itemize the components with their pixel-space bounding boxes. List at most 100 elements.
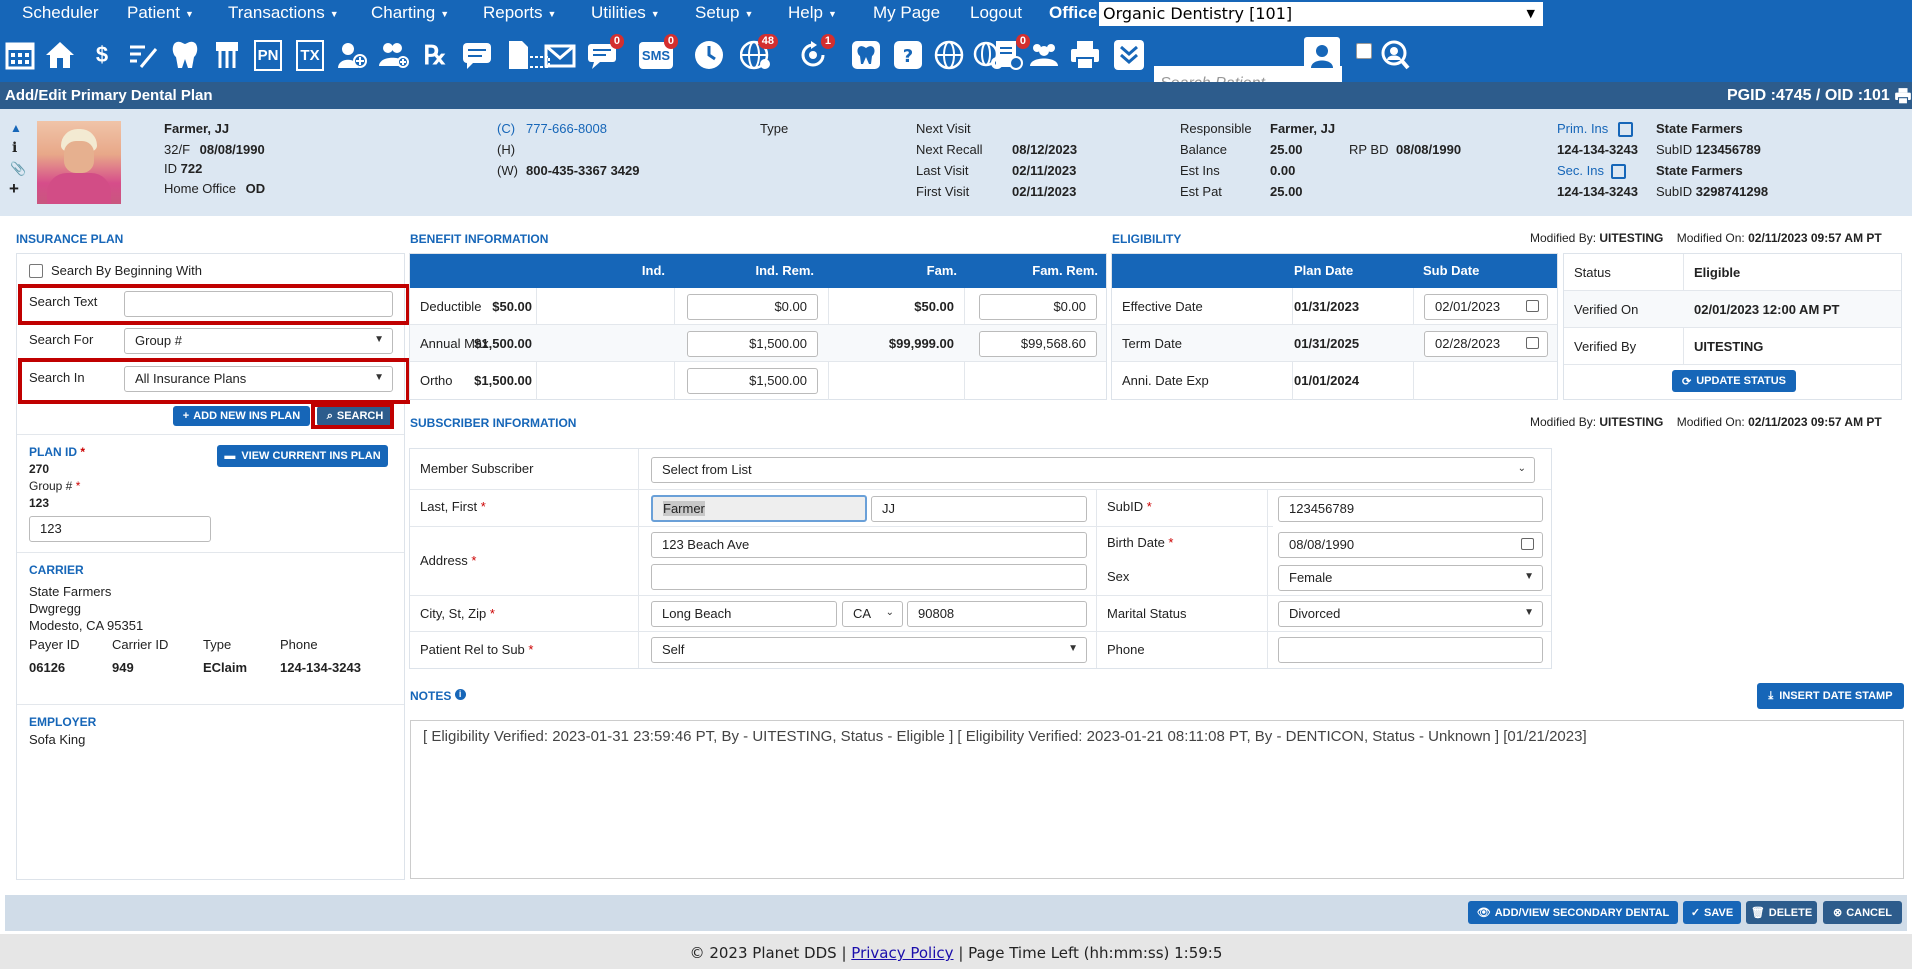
menu-help[interactable]: Help ▼ (788, 3, 837, 23)
row-label: Effective Date (1122, 299, 1203, 314)
update-status-button[interactable]: ⟳ UPDATE STATUS (1672, 370, 1796, 392)
last-visit: 02/11/2023 (1012, 163, 1077, 178)
rel-select[interactable]: Self ▼ (651, 637, 1087, 663)
menu-my-page[interactable]: My Page (873, 3, 940, 23)
edit-notes-icon[interactable] (125, 36, 161, 74)
last-name-input[interactable]: Farmer (651, 495, 867, 522)
marital-select[interactable]: Divorced ▼ (1278, 601, 1543, 627)
message-list-icon[interactable] (459, 36, 495, 74)
subid-input[interactable]: 123456789 (1278, 496, 1543, 522)
calendar-icon[interactable] (1526, 300, 1539, 312)
ind-rem-input[interactable]: $1,500.00 (687, 331, 818, 357)
collapse-down-icon[interactable] (1111, 36, 1147, 74)
menu-scheduler[interactable]: Scheduler (22, 3, 99, 23)
phone-input[interactable] (1278, 637, 1543, 663)
address2-input[interactable] (651, 564, 1087, 590)
add-patient-icon[interactable] (334, 36, 370, 74)
fam-rem-input[interactable]: $99,568.60 (979, 331, 1097, 357)
office-select[interactable]: Organic Dentistry [101] ▼ (1099, 2, 1543, 26)
home-icon[interactable] (42, 36, 78, 74)
sec-ins-edit-icon[interactable] (1611, 164, 1626, 179)
menu-setup[interactable]: Setup ▼ (695, 3, 753, 23)
chat-messages-icon[interactable]: 0 (584, 34, 624, 74)
sms-icon[interactable]: SMS 0 (638, 34, 678, 74)
home-office: Home Office OD (164, 181, 266, 196)
prim-ins-edit-icon[interactable] (1618, 122, 1633, 137)
info-circle-icon[interactable]: i (454, 689, 466, 700)
menu-charting[interactable]: Charting ▼ (371, 3, 449, 23)
birth-date-input[interactable]: 08/08/1990 (1278, 532, 1543, 558)
prescription-rx-icon[interactable]: ℞ (417, 36, 453, 74)
printer-icon[interactable] (1067, 36, 1103, 74)
calendar-icon[interactable] (1526, 337, 1539, 349)
dollar-transactions-icon[interactable]: $ (84, 36, 120, 74)
fam-rem-input[interactable]: $0.00 (979, 294, 1097, 320)
menu-transactions[interactable]: Transactions ▼ (228, 3, 339, 23)
caret-down-icon: ▼ (329, 8, 339, 19)
progress-notes-icon[interactable]: PN (250, 36, 286, 74)
tooth-help-icon[interactable]: ? (890, 36, 926, 74)
group-users-icon[interactable] (1026, 36, 1062, 74)
col-sub-date: Sub Date (1423, 263, 1480, 278)
prim-ins-link[interactable]: Prim. Ins (1557, 121, 1608, 136)
calendar-icon[interactable] (1521, 538, 1534, 550)
menu-logout[interactable]: Logout (970, 3, 1022, 23)
add-new-ins-plan-button[interactable]: + ADD NEW INS PLAN (173, 406, 310, 426)
forms-icon[interactable]: 0 (990, 34, 1030, 74)
recall-icon[interactable]: 1 (795, 34, 835, 74)
carrier-addr2: Modesto, CA 95351 (29, 618, 144, 633)
insert-date-stamp-button[interactable]: ⤓ INSERT DATE STAMP (1757, 683, 1904, 709)
notes-textarea[interactable]: [ Eligibility Verified: 2023-01-31 23:59… (410, 720, 1904, 879)
info-icon[interactable]: i (12, 140, 17, 156)
menu-reports[interactable]: Reports ▼ (483, 3, 556, 23)
plus-icon[interactable]: + (9, 179, 19, 199)
city-input[interactable]: Long Beach (651, 601, 837, 627)
verified-on-row: Verified On 02/01/2023 12:00 AM PT (1564, 291, 1901, 328)
clock-icon[interactable] (691, 36, 727, 74)
globe-icon[interactable] (931, 36, 967, 74)
search-beginning-checkbox[interactable] (29, 264, 43, 278)
save-button[interactable]: ✓ SAVE (1683, 901, 1741, 924)
ind-rem-input[interactable]: $0.00 (687, 294, 818, 320)
tooth-box-icon[interactable] (848, 36, 884, 74)
search-option-checkbox[interactable] (1356, 43, 1372, 59)
last-first-label: Last, First * (420, 499, 486, 514)
paperclip-icon[interactable]: 📎 (10, 161, 26, 177)
caret-down-icon: ▼ (744, 8, 754, 19)
zip-input[interactable]: 90808 (907, 601, 1087, 627)
patient-search-icon[interactable] (1304, 37, 1340, 75)
state-select[interactable]: CA ⌄ (842, 601, 903, 627)
email-icon[interactable] (542, 36, 578, 74)
notes-text: [ Eligibility Verified: 2023-01-31 23:59… (423, 728, 1587, 745)
sec-ins-link[interactable]: Sec. Ins (1557, 163, 1604, 178)
print-icon[interactable] (1894, 87, 1912, 109)
type-label: Type (760, 121, 789, 136)
search-for-select[interactable]: Group # ▼ (124, 328, 393, 354)
group-input[interactable]: 123 (29, 516, 211, 542)
privacy-policy-link[interactable]: Privacy Policy (851, 944, 953, 962)
add-view-secondary-button[interactable]: 👁 ADD/VIEW SECONDARY DENTAL (1468, 901, 1678, 924)
menu-utilities[interactable]: Utilities ▼ (591, 3, 660, 23)
cancel-button[interactable]: ⊗ CANCEL (1823, 901, 1902, 924)
address1-input[interactable]: 123 Beach Ave (651, 532, 1087, 558)
phone-cell-link[interactable]: 777-666-8008 (526, 121, 607, 136)
sub-date-input[interactable]: 02/28/2023 (1424, 331, 1548, 357)
perio-icon[interactable] (209, 36, 245, 74)
add-family-icon[interactable] (376, 36, 412, 74)
menu-patient[interactable]: Patient ▼ (127, 3, 194, 23)
notes-header: NOTES i (410, 689, 466, 703)
tooth-chart-icon[interactable] (167, 36, 203, 74)
member-subscriber-select[interactable]: Select from List ⌄ (651, 457, 1535, 483)
ind-rem-input[interactable]: $1,500.00 (687, 368, 818, 394)
web-patients-icon[interactable]: 48 (738, 34, 778, 74)
collapse-up-icon[interactable]: ▲ (10, 121, 22, 135)
view-current-ins-plan-button[interactable]: ▬ VIEW CURRENT INS PLAN (217, 445, 388, 467)
advanced-search-icon[interactable] (1376, 36, 1412, 74)
calendar-icon[interactable] (2, 36, 38, 74)
first-name-input[interactable]: JJ (871, 496, 1087, 522)
sex-select[interactable]: Female ▼ (1278, 565, 1543, 591)
treatment-icon[interactable]: TX (292, 36, 328, 74)
fam-value: $99,999.00 (888, 336, 954, 351)
delete-button[interactable]: 🗑 DELETE (1746, 901, 1817, 924)
sub-date-input[interactable]: 02/01/2023 (1424, 294, 1548, 320)
